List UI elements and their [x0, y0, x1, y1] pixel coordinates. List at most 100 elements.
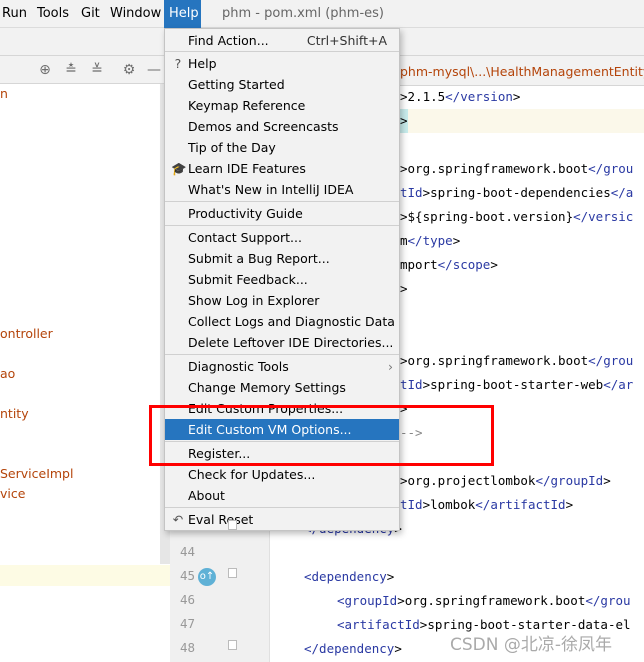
menu-item-about[interactable]: About	[165, 485, 399, 506]
code-token: >	[490, 257, 498, 272]
code-token: </scope	[437, 257, 491, 272]
menu-item-check-for-updates[interactable]: Check for Updates...	[165, 464, 399, 485]
line-number: 45	[179, 568, 195, 583]
tree-item[interactable]: ontroller	[0, 326, 53, 341]
menu-item-shortcut: Ctrl+Shift+A	[306, 33, 387, 48]
menu-item-submit-a-bug-report[interactable]: Submit a Bug Report...	[165, 248, 399, 269]
menu-item-label: Submit a Bug Report...	[188, 251, 330, 266]
menu-item-label: Delete Leftover IDE Directories...	[188, 335, 394, 350]
fold-marker-icon[interactable]	[228, 640, 237, 650]
code-line: tId>lombok</artifactId>	[400, 493, 573, 517]
code-token: tId	[400, 497, 423, 512]
menu-item-label: Productivity Guide	[188, 206, 303, 221]
menu-help[interactable]: Help	[164, 0, 201, 28]
tree-item[interactable]: ServiceImpl	[0, 466, 73, 481]
menu-item-what-s-new-in-intellij-idea[interactable]: What's New in IntelliJ IDEA	[165, 179, 399, 200]
code-token: >	[400, 281, 408, 296]
code-token: >spring-boot-dependencies	[422, 185, 611, 200]
menu-item-demos-and-screencasts[interactable]: Demos and Screencasts	[165, 116, 399, 137]
locate-icon[interactable]: ⊕	[37, 62, 53, 78]
code-line: </dependency>	[304, 637, 402, 661]
code-token: tId	[400, 377, 423, 392]
tree-item[interactable]: ao	[0, 366, 15, 381]
fold-marker-icon[interactable]	[228, 520, 237, 530]
menu-item-diagnostic-tools[interactable]: Diagnostic Tools ›	[165, 356, 399, 377]
menu-tools[interactable]: Tools	[35, 0, 71, 28]
tree-item[interactable]: n	[0, 86, 8, 101]
menu-item-label: Learn IDE Features	[188, 161, 306, 176]
code-token: </groupId	[535, 473, 604, 488]
expand-all-icon[interactable]: ≛	[63, 62, 79, 78]
menu-item-contact-support[interactable]: Contact Support...	[165, 227, 399, 248]
code-token: >	[394, 641, 402, 656]
code-token: >org.projectlombok	[400, 473, 536, 488]
menu-separator	[165, 51, 399, 52]
line-number: 48	[179, 640, 195, 655]
override-method-icon[interactable]: o↑	[198, 568, 216, 586]
menu-window[interactable]: Window	[108, 0, 163, 28]
menu-item-change-memory-settings[interactable]: Change Memory Settings	[165, 377, 399, 398]
code-token: <artifactId	[337, 617, 420, 632]
submenu-arrow-icon: ›	[388, 359, 393, 374]
code-token: </versic	[573, 209, 634, 224]
code-token: tId	[400, 185, 423, 200]
minimize-icon[interactable]: —	[146, 62, 162, 78]
code-token: >	[400, 113, 408, 128]
menu-git[interactable]: Git	[79, 0, 102, 28]
project-toolbar	[0, 56, 170, 84]
code-token: <groupId	[337, 593, 398, 608]
code-token: </artifactId	[475, 497, 566, 512]
menu-item-label: Check for Updates...	[188, 467, 316, 482]
code-token: </grou	[585, 593, 631, 608]
menu-item-productivity-guide[interactable]: Productivity Guide	[165, 203, 399, 224]
menu-item-label: Eval Reset	[188, 512, 254, 527]
selected-tree-row[interactable]	[0, 565, 170, 586]
menu-item-eval-reset[interactable]: ↶ Eval Reset	[165, 509, 399, 530]
tree-item[interactable]: vice	[0, 486, 25, 501]
menu-item-label: Diagnostic Tools	[188, 359, 289, 374]
code-token: </a	[610, 185, 634, 200]
code-line: mport</scope>	[400, 253, 498, 277]
menu-run[interactable]: Run	[0, 0, 29, 28]
menu-item-find-action[interactable]: Find Action... Ctrl+Shift+A	[165, 30, 399, 51]
collapse-all-icon[interactable]: ≚	[89, 62, 105, 78]
code-line: m</type>	[400, 229, 460, 253]
menu-item-label: Keymap Reference	[188, 98, 306, 113]
code-token: </version	[445, 89, 513, 104]
code-line: >org.springframework.boot</grou	[400, 349, 633, 373]
fold-marker-icon[interactable]	[228, 568, 237, 578]
code-line: >${spring-boot.version}</versic	[400, 205, 633, 229]
menu-item-label: Collect Logs and Diagnostic Data	[188, 314, 395, 329]
code-token: m	[400, 233, 408, 248]
menu-item-delete-leftover-ide-directories[interactable]: Delete Leftover IDE Directories...	[165, 332, 399, 353]
gear-icon[interactable]: ⚙	[121, 62, 137, 78]
menu-item-label: What's New in IntelliJ IDEA	[188, 182, 354, 197]
code-token: </type	[407, 233, 453, 248]
line-number: 46	[179, 592, 195, 607]
menu-item-tip-of-the-day[interactable]: Tip of the Day	[165, 137, 399, 158]
tree-item[interactable]: ntity	[0, 406, 29, 421]
menu-item-collect-logs-and-diagnostic-data[interactable]: Collect Logs and Diagnostic Data	[165, 311, 399, 332]
code-line: tId>spring-boot-starter-web</ar	[400, 373, 633, 397]
menu-item-label: Show Log in Explorer	[188, 293, 320, 308]
menu-item-label: Change Memory Settings	[188, 380, 346, 395]
menu-item-label: Getting Started	[188, 77, 285, 92]
code-token: >	[512, 89, 521, 104]
code-token: >spring-boot-starter-web	[422, 377, 604, 392]
menu-separator	[165, 354, 399, 355]
menu-item-help[interactable]: ? Help	[165, 53, 399, 74]
menu-separator	[165, 201, 399, 202]
editor-tab-path[interactable]: phm-mysql\...\HealthManagementEntity.jav	[400, 64, 644, 79]
menu-item-label: Submit Feedback...	[188, 272, 308, 287]
menu-item-keymap-reference[interactable]: Keymap Reference	[165, 95, 399, 116]
code-line: tId>spring-boot-dependencies</a	[400, 181, 633, 205]
code-token: mport	[400, 257, 438, 272]
menu-item-show-log-in-explorer[interactable]: Show Log in Explorer	[165, 290, 399, 311]
code-token: </ar	[603, 377, 634, 392]
menu-item-submit-feedback[interactable]: Submit Feedback...	[165, 269, 399, 290]
graduation-cap-icon: 🎓	[171, 161, 187, 176]
menu-item-getting-started[interactable]: Getting Started	[165, 74, 399, 95]
code-token: >lombok	[422, 497, 476, 512]
code-line: >	[400, 277, 408, 301]
menu-item-learn-ide-features[interactable]: 🎓 Learn IDE Features	[165, 158, 399, 179]
